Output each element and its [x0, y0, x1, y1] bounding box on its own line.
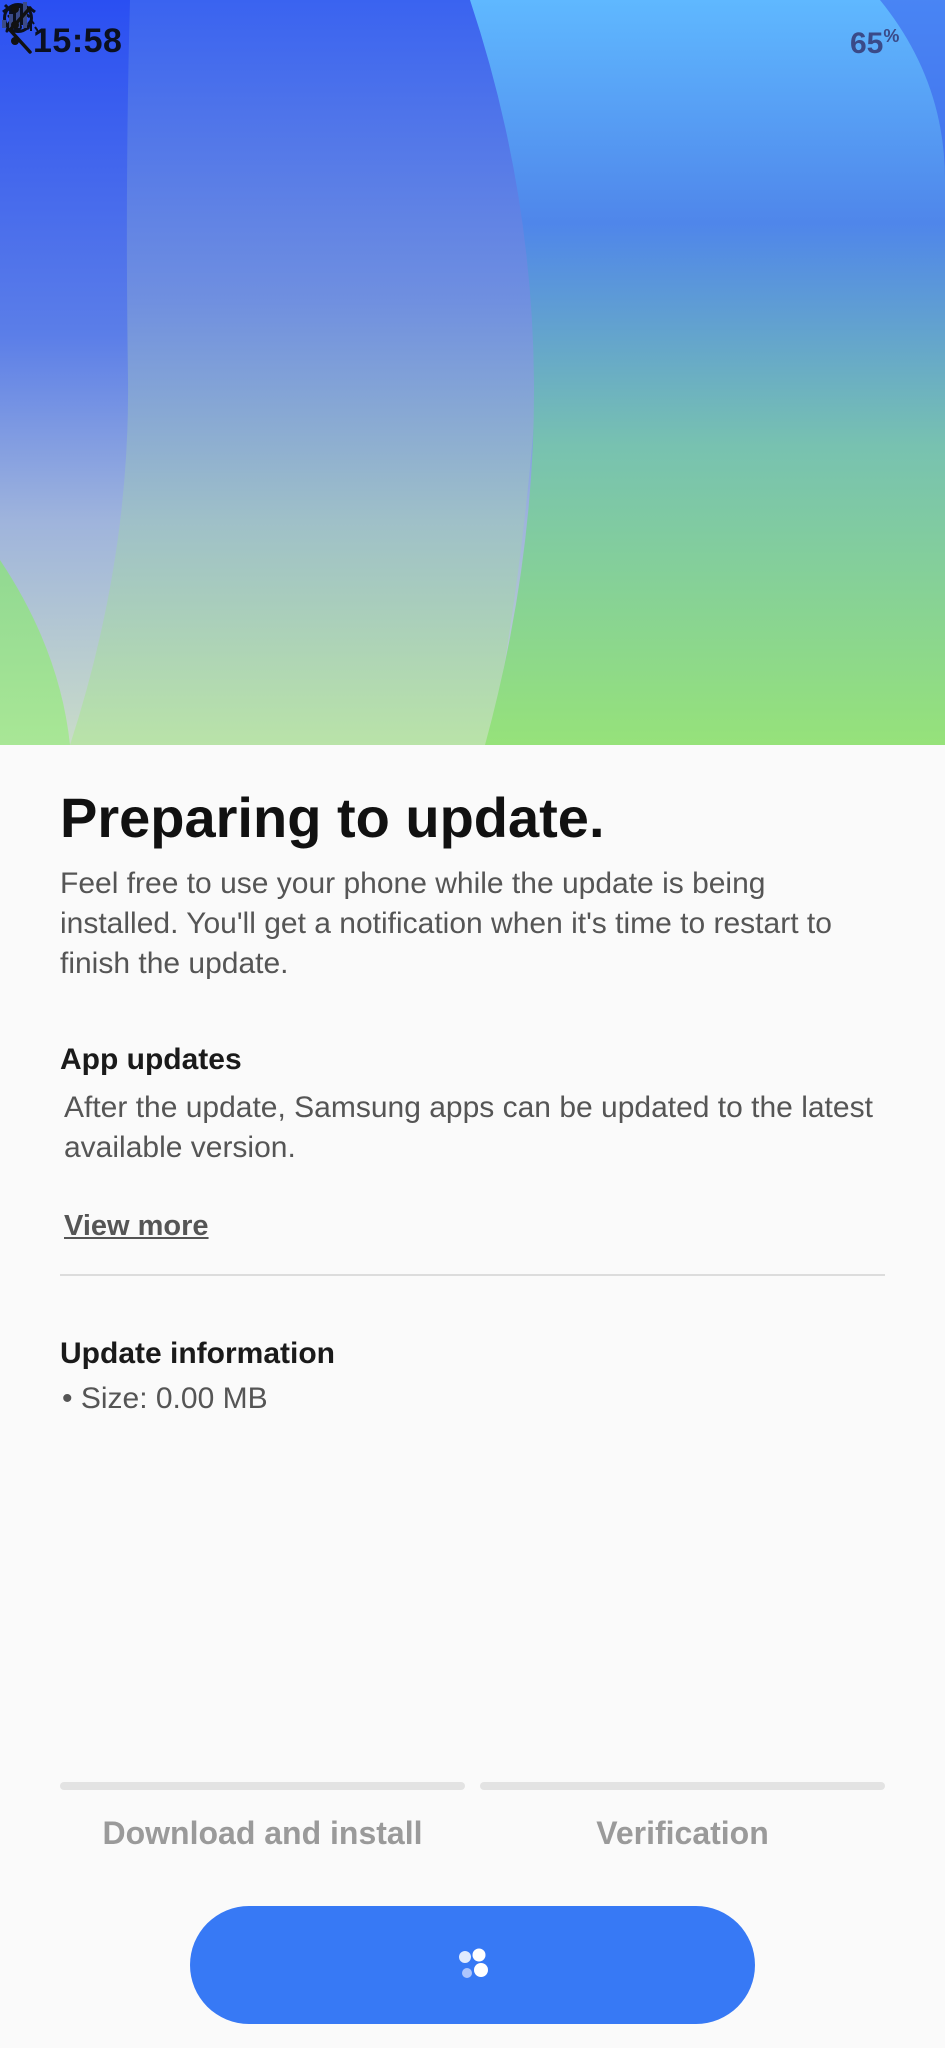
- loading-dots-icon: [459, 1948, 488, 1978]
- update-action-button[interactable]: [190, 1906, 755, 2024]
- view-more-link[interactable]: View more: [64, 1210, 209, 1243]
- page-description: Feel free to use your phone while the up…: [60, 867, 832, 980]
- divider: [60, 1274, 885, 1276]
- more-options-button[interactable]: [0, 0, 30, 50]
- app-updates-heading: App updates: [60, 1043, 242, 1076]
- step-verification: Verification: [596, 1815, 769, 1851]
- battery-value: 65: [850, 27, 884, 60]
- update-information-heading: Update information: [60, 1337, 335, 1370]
- more-vertical-icon: [11, 5, 19, 45]
- step-download-install: Download and install: [102, 1815, 423, 1851]
- battery-level: 65%: [850, 26, 899, 61]
- hero-banner: 15:58 65%: [0, 0, 945, 745]
- verification-progress-bar: [480, 1782, 885, 1790]
- update-size-item: • Size: 0.00 MB: [62, 1382, 268, 1415]
- download-progress-bar: [60, 1782, 465, 1790]
- battery-unit: %: [883, 26, 900, 46]
- page-title: Preparing to update.: [60, 786, 605, 849]
- status-time: 15:58: [33, 22, 123, 60]
- app-updates-description: After the update, Samsung apps can be up…: [64, 1091, 873, 1164]
- hero-graphic: [0, 0, 945, 745]
- status-bar: 15:58 65%: [0, 0, 945, 90]
